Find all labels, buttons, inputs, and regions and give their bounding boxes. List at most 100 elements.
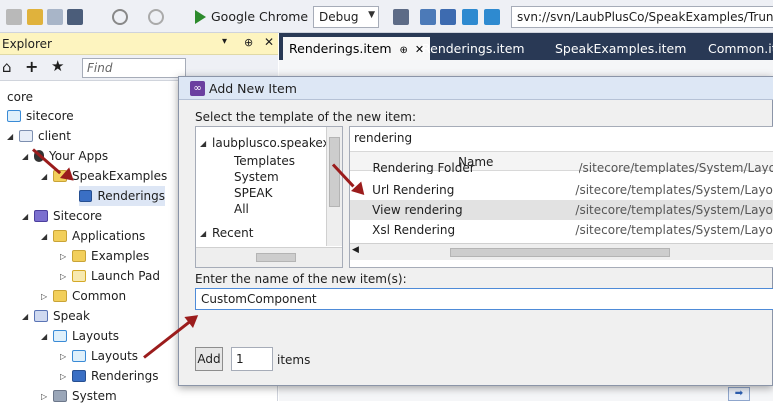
save-icon[interactable] — [47, 9, 63, 25]
pin-icon[interactable]: ⊕ — [244, 36, 253, 49]
update-icon[interactable] — [440, 9, 456, 25]
folder-icon — [53, 290, 67, 302]
result-row-selected[interactable]: View rendering/sitecore/templates/System… — [350, 200, 773, 220]
dialog-title: Add New Item — [209, 81, 297, 96]
tab-speakexamples-item[interactable]: SpeakExamples.item — [549, 37, 692, 60]
launchpad-icon — [72, 270, 86, 282]
expand-icon[interactable]: ◢ — [7, 132, 19, 141]
add-button[interactable]: Add — [195, 347, 223, 371]
expand-icon[interactable]: ◢ — [22, 212, 34, 221]
tree-item-renderings[interactable]: ▷ Renderings — [60, 366, 159, 386]
client-icon — [19, 130, 33, 142]
template-tree-item[interactable]: ◢ laubplusco.speakexa — [200, 133, 337, 153]
configuration-dropdown[interactable]: Debug ▼ — [313, 6, 379, 28]
tree-item-client[interactable]: ◢ client — [7, 126, 71, 146]
tree-item-launch-pad[interactable]: ▷ Launch Pad — [60, 266, 160, 286]
close-icon[interactable]: ✕ — [264, 35, 274, 49]
template-tree-scrollbar[interactable] — [326, 127, 342, 246]
add-new-item-dialog: ∞ Add New Item Select the template of th… — [178, 76, 773, 386]
find-input[interactable]: Find — [82, 58, 186, 78]
tree-item-sitecore[interactable]: sitecore — [7, 106, 74, 126]
tree-item-core[interactable]: core — [7, 87, 33, 107]
add-icon[interactable]: + — [25, 57, 38, 76]
redo-icon[interactable] — [148, 9, 164, 25]
tree-item-layouts[interactable]: ◢ Layouts — [41, 326, 119, 346]
open-folder-icon[interactable] — [27, 9, 43, 25]
attach-icon[interactable] — [393, 9, 409, 25]
new-project-icon[interactable] — [6, 9, 22, 25]
star-icon[interactable]: ★ — [51, 57, 64, 75]
tab-renderings-item[interactable]: Renderings.item — [416, 37, 531, 60]
navigate-arrow-icon[interactable]: ➡ — [728, 387, 750, 401]
commit-icon[interactable] — [420, 9, 436, 25]
dialog-titlebar: ∞ Add New Item — [179, 77, 773, 100]
scroll-thumb[interactable] — [450, 248, 670, 257]
expand-icon[interactable]: ◢ — [41, 232, 53, 241]
results-hscrollbar[interactable]: ◀ — [350, 243, 773, 260]
speak-icon — [34, 310, 48, 322]
visual-studio-icon: ∞ — [190, 81, 205, 96]
browser-selector[interactable]: Google Chrome — [211, 9, 308, 24]
result-row[interactable]: Url Rendering/sitecore/templates/System/… — [350, 180, 773, 200]
main-toolbar: Google Chrome Debug ▼ svn://svn/LaubPlus… — [0, 0, 773, 33]
tab-common-item[interactable]: Common.ite — [702, 37, 773, 60]
collapse-icon[interactable]: ▷ — [60, 372, 72, 381]
start-debug-icon[interactable] — [195, 10, 206, 24]
undo-icon[interactable] — [112, 9, 128, 25]
tree-item-examples[interactable]: ▷ Examples — [60, 246, 149, 266]
tree-item-system[interactable]: ▷ System — [41, 386, 117, 406]
save-all-icon[interactable] — [67, 9, 83, 25]
name-prompt: Enter the name of the new item(s): — [195, 272, 407, 286]
template-search-input[interactable]: rendering — [354, 131, 412, 145]
item-count-input[interactable]: 1 — [231, 347, 273, 371]
explorer-header: Explorer ▾ ⊕ ✕ — [0, 33, 278, 55]
sitecore-icon — [34, 210, 48, 222]
chevron-down-icon: ▼ — [368, 10, 375, 20]
home-icon[interactable]: ⌂ — [2, 58, 12, 76]
dropdown-icon[interactable]: ▾ — [222, 36, 227, 47]
document-tabs: Renderings.item ⊕ ✕ Renderings.item Spea… — [279, 33, 773, 60]
template-tree-item[interactable]: All — [234, 199, 249, 219]
layout-icon — [53, 330, 67, 342]
expand-icon[interactable]: ◢ — [41, 172, 53, 181]
tree-item-speak[interactable]: ◢ Speak — [22, 306, 90, 326]
expand-icon[interactable]: ◢ — [22, 312, 34, 321]
expand-icon[interactable]: ◢ — [41, 332, 53, 341]
layout-icon — [72, 350, 86, 362]
collapse-icon[interactable]: ▷ — [60, 352, 72, 361]
collapse-icon[interactable]: ▷ — [60, 252, 72, 261]
database-icon — [7, 110, 21, 122]
collapse-icon[interactable]: ▷ — [60, 272, 72, 281]
rendering-icon — [79, 190, 93, 202]
svn-path-field[interactable]: svn://svn/LaubPlusCo/SpeakExamples/Trunk — [511, 6, 773, 28]
upload-icon[interactable] — [484, 9, 500, 25]
template-tree: ◢ laubplusco.speakexa Templates System SP… — [195, 126, 343, 268]
tree-item-applications[interactable]: ◢ Applications — [41, 226, 145, 246]
system-icon — [53, 390, 67, 402]
template-prompt: Select the template of the new item: — [195, 110, 416, 124]
tree-item-layouts-child[interactable]: ▷ Layouts — [60, 346, 138, 366]
tree-item-sitecore-app[interactable]: ◢ Sitecore — [22, 206, 102, 226]
template-tree-hscrollbar[interactable] — [196, 247, 342, 267]
expand-icon[interactable]: ◢ — [200, 229, 212, 238]
scroll-thumb[interactable] — [256, 253, 296, 262]
result-row[interactable]: Rendering Folder/sitecore/templates/Syst… — [350, 162, 773, 174]
download-icon[interactable] — [462, 9, 478, 25]
collapse-icon[interactable]: ▷ — [41, 392, 53, 401]
scroll-left-icon[interactable]: ◀ — [352, 245, 359, 255]
item-name-input[interactable]: CustomComponent — [195, 288, 773, 310]
expand-icon[interactable]: ◢ — [200, 139, 212, 148]
collapse-icon[interactable]: ▷ — [41, 292, 53, 301]
configuration-value: Debug — [319, 10, 359, 24]
result-row[interactable]: Xsl Rendering/sitecore/templates/System/… — [350, 220, 773, 240]
folder-icon — [53, 230, 67, 242]
pin-icon[interactable]: ⊕ — [400, 45, 408, 56]
tree-item-common[interactable]: ▷ Common — [41, 286, 126, 306]
items-label: items — [277, 353, 311, 367]
expand-icon[interactable]: ◢ — [22, 152, 34, 161]
tab-renderings-item-active[interactable]: Renderings.item ⊕ ✕ — [283, 37, 431, 60]
folder-icon — [72, 250, 86, 262]
template-tree-item[interactable]: ◢ Recent — [200, 223, 253, 243]
tree-item-renderings-selected[interactable]: Renderings — [79, 186, 165, 206]
results-panel: rendering Name Rendering Folder/sitecore… — [349, 126, 773, 268]
